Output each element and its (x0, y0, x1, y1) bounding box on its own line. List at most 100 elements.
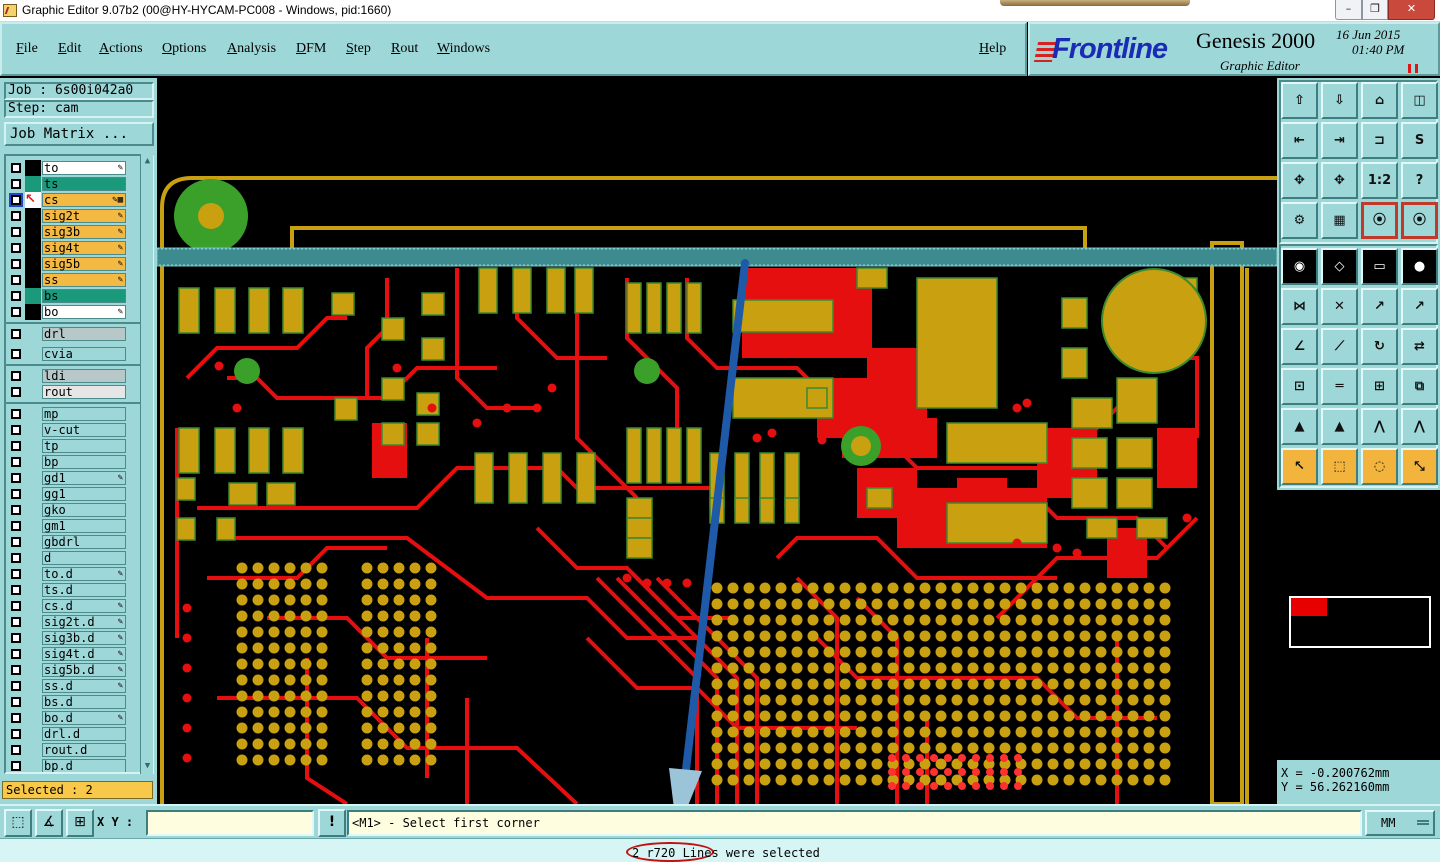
layer-row-drl.d[interactable]: drl.d (6, 726, 126, 742)
zoom-back-icon[interactable]: ⇩ (1321, 82, 1358, 119)
pan-left-icon[interactable]: ⇤ (1281, 122, 1318, 159)
pcb-drawing[interactable] (157, 78, 1277, 804)
grid-icon[interactable]: ▦ (1321, 202, 1358, 239)
arch-icon[interactable]: ⋀ (1361, 408, 1398, 445)
layer-display-icon[interactable] (25, 550, 41, 566)
home-view-icon[interactable]: ⌂ (1361, 82, 1398, 119)
layer-checkbox[interactable] (11, 617, 21, 627)
layer-row-sig3b.d[interactable]: sig3b.d ✎ (6, 630, 126, 646)
layer-name[interactable]: sig4t ✎ (42, 241, 126, 255)
snap-icon[interactable]: ◉ (1281, 248, 1318, 285)
minimize-button[interactable]: – (1335, 0, 1362, 20)
layer-row-cvia[interactable]: cvia (6, 346, 126, 362)
group-icon[interactable]: ⧉ (1401, 368, 1438, 405)
work-layer-icon[interactable]: ↖ (25, 192, 41, 208)
layer-name[interactable]: cs ✎▦ (42, 193, 126, 207)
layer-name[interactable]: bs.d (42, 695, 126, 709)
arrow-icon[interactable]: ↗ (1361, 288, 1398, 325)
layer-row-sig2t.d[interactable]: sig2t.d ✎ (6, 614, 126, 630)
layer-row-bo[interactable]: bo ✎ (6, 304, 126, 320)
menu-actions[interactable]: Actions (99, 41, 143, 57)
layer-name[interactable]: sig5b.d ✎ (42, 663, 126, 677)
layer-name[interactable]: gko (42, 503, 126, 517)
layer-name[interactable]: gm1 (42, 519, 126, 533)
layer-display-icon[interactable] (25, 208, 41, 224)
layer-checkbox[interactable] (11, 713, 21, 723)
settings-icon[interactable]: ⚙ (1281, 202, 1318, 239)
menu-help[interactable]: Help (979, 41, 1006, 57)
mirror-icon[interactable]: ⊐ (1361, 122, 1398, 159)
select-box-icon[interactable]: ⬚ (1321, 448, 1358, 485)
layer-display-icon[interactable] (25, 534, 41, 550)
layer-name[interactable]: mp (42, 407, 126, 421)
layer-name[interactable]: ts.d (42, 583, 126, 597)
layer-checkbox[interactable] (11, 521, 21, 531)
menu-dfm[interactable]: DFM (296, 41, 326, 57)
layer-name[interactable]: to ✎ (42, 161, 126, 175)
select-circle-icon[interactable]: ◌ (1361, 448, 1398, 485)
layer-display-icon[interactable] (25, 304, 41, 320)
layer-checkbox[interactable] (11, 291, 21, 301)
scroll-up-icon[interactable]: ▲ (142, 156, 153, 167)
layer-display-icon[interactable] (25, 614, 41, 630)
layer-checkbox[interactable] (11, 473, 21, 483)
layer-name[interactable]: bo ✎ (42, 305, 126, 319)
layer-display-icon[interactable] (25, 438, 41, 454)
layer-checkbox[interactable] (11, 585, 21, 595)
layer-name[interactable]: tp (42, 439, 126, 453)
layer-display-icon[interactable] (25, 502, 41, 518)
layer-display-icon[interactable] (25, 288, 41, 304)
layer-row-to[interactable]: to ✎ (6, 160, 126, 176)
layer-checkbox[interactable] (11, 387, 21, 397)
layer-name[interactable]: ss.d ✎ (42, 679, 126, 693)
layer-display-icon[interactable] (25, 240, 41, 256)
layer-row-ldi[interactable]: ldi (6, 368, 126, 384)
menu-edit[interactable]: Edit (58, 41, 81, 57)
layer-display-icon[interactable] (25, 224, 41, 240)
layer-display-icon[interactable] (25, 368, 41, 384)
layer-row-rout.d[interactable]: rout.d (6, 742, 126, 758)
layer-row-sig5b.d[interactable]: sig5b.d ✎ (6, 662, 126, 678)
layer-name[interactable]: d (42, 551, 126, 565)
layer-checkbox[interactable] (11, 505, 21, 515)
zoom-center-icon[interactable]: ✥ (1321, 162, 1358, 199)
triangle-arrow-icon[interactable]: ▲ (1321, 408, 1358, 445)
menu-options[interactable]: Options (162, 41, 206, 57)
layer-display-icon[interactable] (25, 758, 41, 772)
layer-name[interactable]: gbdrl (42, 535, 126, 549)
close-button[interactable]: ✕ (1388, 0, 1435, 20)
measure-angle-icon[interactable]: ∡ (35, 809, 63, 837)
layer-name[interactable]: ldi (42, 369, 126, 383)
layer-row-drl[interactable]: drl (6, 326, 126, 342)
layer-name[interactable]: to.d ✎ (42, 567, 126, 581)
layer-checkbox[interactable] (11, 349, 21, 359)
layer-name[interactable]: gg1 (42, 487, 126, 501)
layer-name[interactable]: v-cut (42, 423, 126, 437)
layer-name[interactable]: rout (42, 385, 126, 399)
layer-display-icon[interactable] (25, 630, 41, 646)
layer-name[interactable]: gd1 ✎ (42, 471, 126, 485)
fit-icon[interactable]: ✥ (1281, 162, 1318, 199)
layer-row-bs[interactable]: bs (6, 288, 126, 304)
layer-row-ts[interactable]: ts (6, 176, 126, 192)
layer-row-bs.d[interactable]: bs.d (6, 694, 126, 710)
layer-name[interactable]: bs (42, 289, 126, 303)
angle-icon[interactable]: ∠ (1281, 328, 1318, 365)
layer-display-icon[interactable] (25, 726, 41, 742)
layer-checkbox[interactable] (11, 649, 21, 659)
layer-row-gko[interactable]: gko (6, 502, 126, 518)
layer-checkbox[interactable] (11, 681, 21, 691)
layer-row-sig4t[interactable]: sig4t ✎ (6, 240, 126, 256)
pause-icon[interactable] (1408, 64, 1418, 73)
triangle-icon[interactable]: ▲ (1281, 408, 1318, 445)
layer-checkbox[interactable] (11, 569, 21, 579)
layer-checkbox[interactable] (11, 307, 21, 317)
layer-display-icon[interactable] (25, 678, 41, 694)
layer-name[interactable]: sig5b ✎ (42, 257, 126, 271)
scroll-down-icon[interactable]: ▼ (142, 761, 153, 772)
layer-display-icon[interactable] (25, 486, 41, 502)
layer-name[interactable]: sig4t.d ✎ (42, 647, 126, 661)
layer-checkbox[interactable] (11, 697, 21, 707)
layer-checkbox[interactable] (11, 729, 21, 739)
layer-display-icon[interactable] (25, 256, 41, 272)
